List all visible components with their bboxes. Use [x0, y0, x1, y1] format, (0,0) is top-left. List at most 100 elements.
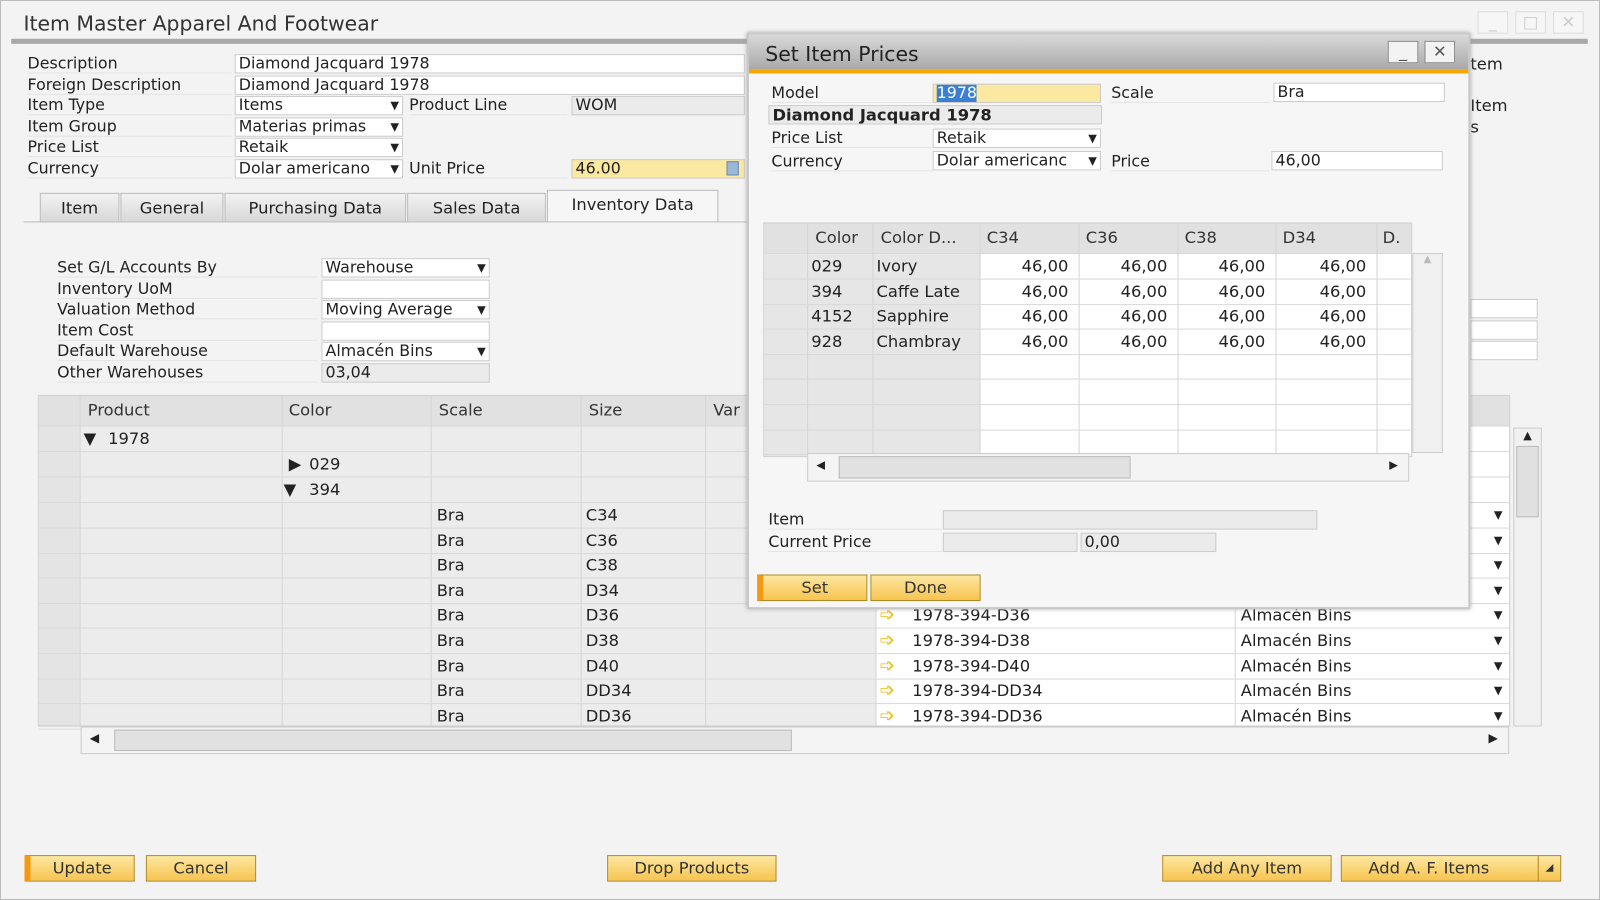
add-any-item-button[interactable]: Add Any Item — [1162, 855, 1332, 882]
price-cell[interactable]: 46,00 — [1320, 329, 1367, 353]
scroll-right-icon[interactable]: ▶ — [1389, 458, 1398, 471]
tab-general[interactable]: General — [120, 192, 224, 222]
price-cell[interactable]: 46,00 — [1022, 329, 1069, 353]
dialog-price-list-select[interactable]: Retaik — [932, 128, 1102, 148]
close-button[interactable]: ✕ — [1553, 11, 1584, 34]
warehouse-dropdown-icon[interactable]: ▼ — [1494, 679, 1503, 703]
price-cell[interactable]: 46,00 — [1121, 329, 1168, 353]
warehouse-dropdown-icon[interactable]: ▼ — [1494, 578, 1503, 602]
dialog-currency-select[interactable]: Dolar americanc — [932, 151, 1102, 171]
product-line-field[interactable]: WOM — [571, 95, 745, 116]
valuation-method-select[interactable]: Moving Average — [321, 299, 490, 320]
currency-select[interactable]: Dolar americano — [234, 159, 404, 179]
price-cell[interactable]: 46,00 — [1219, 279, 1266, 303]
link-arrow-icon[interactable]: ➩ — [880, 629, 895, 653]
item-cost-field[interactable] — [321, 321, 490, 341]
warehouse-cell[interactable]: Almacén Bins — [1241, 654, 1352, 678]
price-col-header[interactable]: C38 — [1185, 226, 1217, 250]
price-col-header[interactable]: Color — [815, 226, 858, 250]
default-warehouse-select[interactable]: Almacén Bins — [321, 341, 490, 362]
update-button[interactable]: Update — [24, 855, 135, 882]
warehouse-dropdown-icon[interactable]: ▼ — [1494, 654, 1503, 678]
price-row[interactable] — [764, 380, 1412, 406]
scroll-left-icon[interactable]: ◀ — [816, 458, 825, 471]
scroll-up-icon[interactable]: ▲ — [1413, 254, 1442, 265]
table-row[interactable]: Bra D38 ➩ 1978-394-D38 Almacén Bins ▼ — [38, 629, 1510, 655]
price-row[interactable]: 4152 Sapphire 46,00 46,00 46,00 46,00 — [764, 304, 1412, 330]
add-af-items-button[interactable]: Add A. F. Items ◢ — [1340, 855, 1562, 882]
partial-field-1[interactable] — [1470, 298, 1538, 319]
scroll-right-icon[interactable]: ▶ — [1489, 731, 1498, 745]
price-col-header[interactable]: C34 — [987, 226, 1019, 250]
warehouse-dropdown-icon[interactable]: ▼ — [1494, 503, 1503, 527]
tab-inventory-data[interactable]: Inventory Data — [546, 189, 719, 223]
warehouse-cell[interactable]: Almacén Bins — [1241, 629, 1352, 653]
price-cell[interactable]: 46,00 — [1121, 279, 1168, 303]
inventory-uom-field[interactable] — [321, 279, 490, 299]
price-list-select[interactable]: Retaik — [234, 137, 404, 158]
collapse-icon[interactable]: ▼ — [84, 427, 97, 451]
warehouse-dropdown-icon[interactable]: ▼ — [1494, 553, 1503, 577]
price-col-header[interactable]: D34 — [1283, 226, 1316, 250]
price-cell[interactable]: 46,00 — [1219, 254, 1266, 278]
col-var[interactable]: Var — [713, 398, 740, 422]
warehouse-cell[interactable]: Almacén Bins — [1241, 704, 1352, 728]
h-scroll-thumb[interactable] — [114, 729, 792, 752]
price-col-header[interactable]: D. — [1383, 226, 1401, 250]
col-color[interactable]: Color — [289, 398, 332, 422]
col-product[interactable]: Product — [88, 398, 150, 422]
partial-field-2[interactable] — [1470, 320, 1538, 340]
foreign-description-field[interactable]: Diamond Jacquard 1978 — [234, 75, 745, 95]
price-row[interactable]: 029 Ivory 46,00 46,00 46,00 46,00 — [764, 254, 1412, 280]
warehouse-dropdown-icon[interactable]: ▼ — [1494, 629, 1503, 653]
warehouse-cell[interactable]: Almacén Bins — [1241, 679, 1352, 703]
price-cell[interactable]: 46,00 — [1320, 279, 1367, 303]
price-row[interactable] — [764, 405, 1412, 431]
price-field[interactable]: 46,00 — [1271, 151, 1443, 171]
warehouse-dropdown-icon[interactable]: ▼ — [1494, 528, 1503, 552]
price-cell[interactable]: 46,00 — [1022, 304, 1069, 328]
calculator-icon[interactable] — [726, 161, 739, 176]
price-cell[interactable]: 46,00 — [1219, 304, 1266, 328]
price-row[interactable]: 394 Caffe Late 46,00 46,00 46,00 46,00 — [764, 279, 1412, 305]
price-row[interactable]: 928 Chambray 46,00 46,00 46,00 46,00 — [764, 329, 1412, 355]
price-cell[interactable]: 46,00 — [1320, 304, 1367, 328]
col-scale[interactable]: Scale — [439, 398, 483, 422]
partial-field-3[interactable] — [1470, 340, 1538, 361]
link-arrow-icon[interactable]: ➩ — [880, 654, 895, 678]
price-row[interactable] — [764, 430, 1412, 456]
link-arrow-icon[interactable]: ➩ — [880, 679, 895, 703]
price-cell[interactable]: 46,00 — [1320, 254, 1367, 278]
scale-field[interactable]: Bra — [1273, 82, 1445, 103]
gl-accounts-select[interactable]: Warehouse — [321, 258, 490, 278]
h-scroll-thumb[interactable] — [838, 456, 1131, 479]
price-cell[interactable]: 46,00 — [1219, 329, 1266, 353]
drop-products-button[interactable]: Drop Products — [607, 855, 777, 882]
cancel-button[interactable]: Cancel — [145, 855, 257, 882]
tab-purchasing-data[interactable]: Purchasing Data — [224, 192, 407, 222]
price-cell[interactable]: 46,00 — [1121, 254, 1168, 278]
expand-icon[interactable]: ▶ — [289, 452, 302, 476]
set-button[interactable]: Set — [757, 574, 868, 602]
done-button[interactable]: Done — [870, 574, 981, 602]
price-cell[interactable]: 46,00 — [1121, 304, 1168, 328]
collapse-icon[interactable]: ▼ — [284, 478, 297, 502]
price-cell[interactable]: 46,00 — [1022, 279, 1069, 303]
col-size[interactable]: Size — [589, 398, 623, 422]
price-col-header[interactable]: Color D... — [881, 226, 957, 250]
price-row[interactable] — [764, 354, 1412, 380]
dialog-close-button[interactable]: ✕ — [1424, 40, 1456, 64]
tab-item[interactable]: Item — [39, 192, 120, 222]
table-row[interactable]: Bra D40 ➩ 1978-394-D40 Almacén Bins ▼ — [38, 654, 1510, 680]
other-warehouses-field[interactable]: 03,04 — [321, 363, 490, 383]
dialog-minimize-button[interactable]: _ — [1387, 40, 1419, 64]
model-field[interactable]: 1978 — [932, 83, 1102, 104]
scroll-up-icon[interactable]: ▲ — [1514, 429, 1541, 442]
warehouse-dropdown-icon[interactable]: ▼ — [1494, 603, 1503, 627]
price-matrix-horizontal-scrollbar[interactable]: ◀ ▶ — [807, 453, 1410, 482]
minimize-button[interactable]: _ — [1477, 11, 1509, 34]
products-horizontal-scrollbar[interactable]: ◀ ▶ — [80, 726, 1510, 755]
tab-sales-data[interactable]: Sales Data — [407, 192, 546, 222]
scroll-left-icon[interactable]: ◀ — [90, 731, 99, 745]
price-matrix-vertical-scrollbar[interactable]: ▲ — [1412, 253, 1443, 454]
